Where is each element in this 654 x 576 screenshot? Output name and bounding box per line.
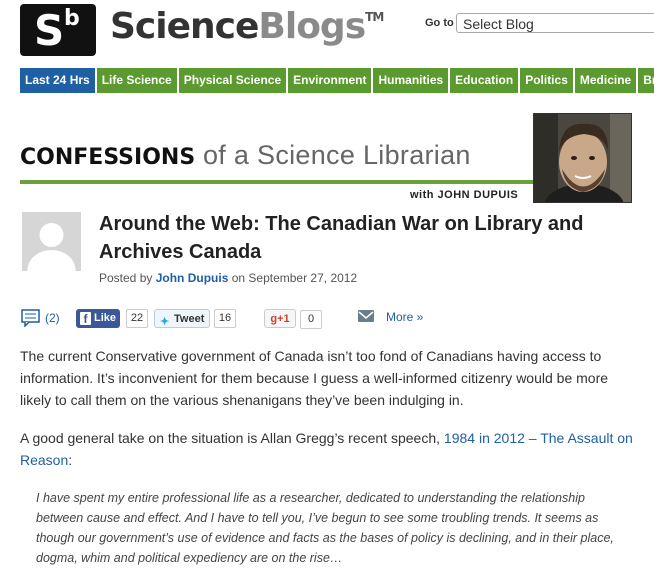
twitter-bird-icon: ✦ (160, 316, 170, 328)
post-paragraph-1: The current Conservative government of C… (20, 348, 609, 408)
author-avatar[interactable] (22, 212, 81, 271)
post-title[interactable]: Around the Web: The Canadian War on Libr… (99, 210, 639, 266)
facebook-like-count: 22 (126, 309, 148, 328)
google-plus-button[interactable]: g+1 (264, 309, 296, 328)
nav-item-physical-science[interactable]: Physical Science (178, 68, 287, 93)
nav-item-last-24-hrs[interactable]: Last 24 Hrs (20, 68, 95, 93)
nav-item-brains[interactable]: Bra (638, 68, 654, 93)
envelope-icon (358, 311, 374, 319)
blog-author-line: with JOHN DUPUIS (410, 189, 519, 201)
email-share-icon[interactable] (358, 310, 374, 322)
category-nav: Last 24 Hrs Life Science Physical Scienc… (20, 68, 654, 93)
blog-title[interactable]: CONFESSIONS of a Science Librarian (20, 140, 471, 171)
facebook-like-button[interactable]: f Like (76, 309, 120, 328)
tweet-count: 16 (214, 309, 236, 328)
facebook-icon: f (80, 312, 91, 326)
post-paragraph-2: A good general take on the situation is … (20, 427, 640, 471)
more-share-link[interactable]: More » (386, 310, 423, 324)
brand-part2: Blogs (258, 6, 366, 47)
facebook-like-label: Like (94, 312, 117, 324)
author-portrait-image (534, 114, 631, 202)
nav-item-humanities[interactable]: Humanities (373, 68, 449, 93)
comments-count: (2) (45, 311, 60, 325)
logo-letter: S (34, 6, 65, 55)
blog-title-bold: CONFESSIONS (20, 145, 196, 170)
trademark: TM (365, 10, 384, 24)
author-link[interactable]: John Dupuis (156, 271, 229, 285)
scienceblogs-logo[interactable]: S b (20, 4, 96, 56)
default-avatar-icon (22, 212, 81, 271)
tweet-label: Tweet (174, 313, 205, 325)
logo-superscript: b (64, 6, 80, 31)
comment-icon (21, 309, 40, 327)
brand-name[interactable]: ScienceBlogsTM (110, 6, 384, 47)
goto-label: Go to (425, 17, 454, 29)
nav-item-life-science[interactable]: Life Science (96, 68, 177, 93)
tweet-button[interactable]: ✦ Tweet (154, 309, 210, 328)
blockquote: I have spent my entire professional life… (36, 491, 614, 565)
brand-part1: Science (110, 6, 259, 47)
comments-link[interactable]: (2) (21, 309, 60, 327)
paragraph-2-end: : (68, 452, 73, 468)
post-date: on September 27, 2012 (228, 271, 358, 285)
author-portrait (533, 113, 632, 203)
blog-title-rest: of a Science Librarian (195, 140, 471, 170)
paragraph-2-text: A good general take on the situation is … (20, 430, 444, 446)
nav-item-medicine[interactable]: Medicine (574, 68, 637, 93)
post-byline: Posted by John Dupuis on September 27, 2… (99, 271, 357, 285)
posted-by-label: Posted by (99, 271, 156, 285)
blog-select[interactable]: Select Blog (456, 13, 654, 33)
nav-item-environment[interactable]: Environment (288, 68, 372, 93)
google-plus-count: 0 (300, 310, 322, 329)
nav-item-politics[interactable]: Politics (520, 68, 573, 93)
nav-item-education[interactable]: Education (450, 68, 519, 93)
